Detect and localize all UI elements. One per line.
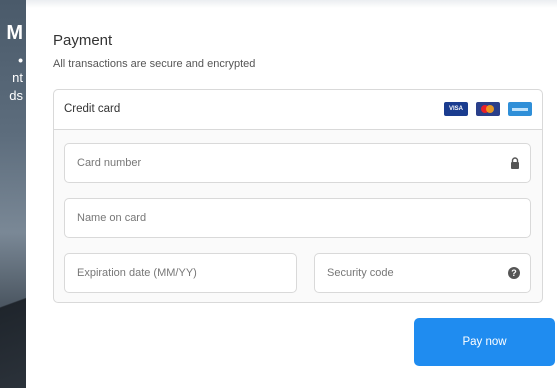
background-text: M — [6, 22, 23, 44]
payment-title: Payment — [53, 32, 113, 49]
visa-icon: VISA — [444, 102, 468, 116]
payment-card: Payment All transactions are secure and … — [26, 0, 557, 388]
help-icon[interactable]: ? — [508, 267, 520, 279]
payment-method-box: Credit card VISA ? — [53, 89, 543, 303]
background-panel: M • nt ds — [0, 0, 26, 388]
background-text: • — [18, 52, 23, 68]
payment-method-header[interactable]: Credit card VISA — [54, 90, 542, 130]
mastercard-icon — [476, 102, 500, 116]
lock-icon — [511, 157, 519, 169]
pay-now-button[interactable]: Pay now — [414, 318, 555, 366]
card-number-input[interactable] — [65, 144, 530, 182]
expiration-date-input[interactable] — [65, 254, 296, 292]
top-divider — [26, 0, 557, 8]
background-text: ds — [9, 88, 23, 103]
background-text: nt — [12, 70, 23, 85]
card-brands: VISA — [444, 102, 532, 116]
payment-method-label: Credit card — [64, 103, 121, 115]
name-on-card-input[interactable] — [65, 199, 530, 237]
amex-icon — [508, 102, 532, 116]
expiration-date-field[interactable] — [64, 253, 297, 293]
background-mountain — [0, 268, 26, 388]
security-code-field[interactable]: ? — [314, 253, 531, 293]
payment-subtitle: All transactions are secure and encrypte… — [53, 58, 256, 70]
security-code-input[interactable] — [315, 254, 530, 292]
name-on-card-field[interactable] — [64, 198, 531, 238]
card-number-field[interactable] — [64, 143, 531, 183]
